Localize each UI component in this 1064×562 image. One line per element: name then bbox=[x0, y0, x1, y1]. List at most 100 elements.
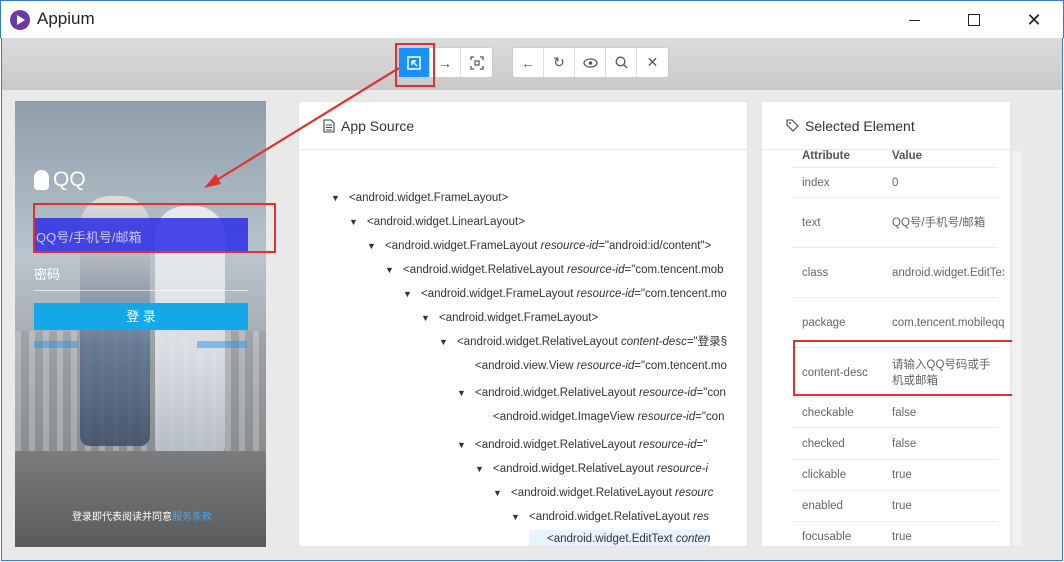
attribute-key: package bbox=[802, 316, 846, 329]
file-icon bbox=[323, 118, 335, 133]
node-tag: <android.widget.RelativeLayout bbox=[403, 264, 567, 276]
source-tree-node[interactable]: ▼ <android.widget.FrameLayout> bbox=[331, 189, 508, 207]
refresh-icon: ↻ bbox=[553, 54, 565, 70]
device-screenshot[interactable]: QQ QQ号/手机号/邮箱 密码 登 录 登录即代表阅读并同意服务条款 bbox=[15, 101, 266, 547]
inspector-main: → ← ↻ ✕ QQ QQ号/手机号/邮箱 密码 登 录 登录即代表阅读并同意服… bbox=[1, 38, 1063, 561]
title-bar: Appium ✕ bbox=[0, 0, 1064, 38]
device-terms-link[interactable]: 服务条款 bbox=[172, 512, 212, 523]
node-tag: <android.view.View bbox=[475, 360, 577, 372]
tap-coordinates-button[interactable] bbox=[461, 48, 492, 77]
node-attr-name: res bbox=[692, 511, 709, 523]
show-hide-attributes-button[interactable] bbox=[575, 48, 606, 77]
selected-element-panel: Selected Element Attribute Value index 0 t… bbox=[761, 101, 1011, 547]
attribute-value: true bbox=[892, 531, 912, 543]
node-attr-value: ="con bbox=[696, 387, 726, 399]
search-icon bbox=[615, 56, 627, 69]
qq-penguin-icon bbox=[34, 170, 49, 190]
attribute-key: class bbox=[802, 266, 829, 279]
swipe-arrow-icon: → bbox=[438, 54, 452, 71]
attribute-column-header: Attribute bbox=[802, 150, 850, 162]
tap-coordinate-icon bbox=[469, 55, 484, 70]
attribute-row: checked false bbox=[792, 429, 998, 460]
node-attr-value: ="com.tencent.mob bbox=[624, 264, 724, 276]
attribute-row: index 0 bbox=[792, 168, 998, 198]
attribute-row: class android.widget.EditText bbox=[792, 248, 1004, 298]
node-attr-name: content-desc bbox=[620, 336, 687, 348]
expand-caret-icon[interactable]: ▼ bbox=[349, 213, 367, 231]
node-tag: <android.widget.ImageView bbox=[493, 411, 638, 423]
refresh-button[interactable]: ↻ bbox=[544, 48, 575, 77]
expand-caret-icon[interactable]: ▼ bbox=[421, 309, 439, 327]
source-tree-node[interactable]: ▼ <android.widget.FrameLayout> bbox=[421, 309, 598, 327]
attribute-value: android.widget.EditText bbox=[892, 266, 1004, 279]
device-register-link[interactable] bbox=[197, 341, 247, 348]
attribute-row: enabled true bbox=[792, 491, 998, 522]
attribute-row: clickable true bbox=[792, 460, 998, 491]
source-tree-node[interactable]: ▼ <android.widget.RelativeLayout resource… bbox=[457, 384, 726, 402]
node-tag: <android.widget.FrameLayout> bbox=[349, 192, 509, 204]
quit-session-button[interactable]: ✕ bbox=[637, 48, 668, 77]
expand-caret-icon[interactable]: ▼ bbox=[475, 460, 493, 478]
source-tree-node[interactable]: ▼ <android.widget.RelativeLayout resourc bbox=[493, 484, 713, 502]
node-tag: <android.widget.LinearLayout> bbox=[367, 216, 525, 228]
attribute-row: focusable true bbox=[792, 522, 998, 546]
attribute-table-header: Attribute Value bbox=[792, 150, 998, 168]
window-title: Appium bbox=[37, 9, 95, 28]
expand-caret-icon[interactable]: ▼ bbox=[493, 484, 511, 502]
node-attr-value: ="com.tencent.mo bbox=[634, 360, 727, 372]
selected-element-title: Selected Element bbox=[805, 117, 915, 134]
expand-caret-icon[interactable]: ▼ bbox=[457, 436, 475, 454]
node-attr-value: ="con bbox=[695, 411, 725, 423]
source-tree-node[interactable]: ▼ <android.widget.LinearLayout> bbox=[349, 213, 525, 231]
node-attr-name: conten bbox=[675, 533, 711, 545]
expand-caret-icon[interactable]: ▼ bbox=[367, 237, 385, 255]
app-source-title: App Source bbox=[341, 117, 415, 134]
highlight-box-content-desc bbox=[793, 340, 1015, 396]
attribute-value: QQ号/手机号/邮箱 bbox=[892, 216, 986, 229]
expand-caret-icon[interactable]: ▼ bbox=[439, 333, 457, 351]
maximize-button[interactable] bbox=[951, 1, 997, 39]
expand-caret-icon[interactable]: ▼ bbox=[457, 384, 475, 402]
node-attr-name: resource-id bbox=[638, 387, 697, 399]
source-tree-node[interactable]: ▼ <android.widget.RelativeLayout res bbox=[511, 508, 709, 526]
source-tree-node[interactable]: <android.view.View resource-id="com.tenc… bbox=[457, 357, 727, 375]
highlight-box-account-input bbox=[33, 203, 276, 253]
close-window-button[interactable]: ✕ bbox=[1011, 1, 1057, 39]
minimize-icon bbox=[908, 19, 920, 21]
back-icon: ← bbox=[521, 54, 535, 71]
device-login-button[interactable]: 登 录 bbox=[34, 303, 248, 330]
source-tree-node[interactable]: ▼ <android.widget.RelativeLayout content-… bbox=[439, 333, 727, 351]
expand-caret-icon[interactable]: ▼ bbox=[403, 285, 421, 303]
qq-brand-text: QQ bbox=[53, 168, 86, 191]
attribute-value: 0 bbox=[892, 176, 899, 189]
attribute-key: index bbox=[802, 176, 830, 189]
node-attr-value: ="android:id/content"> bbox=[598, 240, 712, 252]
source-tree-node[interactable]: ▼ <android.widget.RelativeLayout resource… bbox=[475, 460, 708, 478]
device-password-underline bbox=[34, 290, 248, 291]
node-tag: <android.widget.RelativeLayout bbox=[457, 336, 621, 348]
expand-caret-icon[interactable]: ▼ bbox=[331, 189, 349, 207]
source-tree-node[interactable]: ▼ <android.widget.RelativeLayout resource… bbox=[385, 261, 724, 279]
back-button[interactable]: ← bbox=[513, 48, 544, 77]
attribute-row: text QQ号/手机号/邮箱 bbox=[792, 198, 998, 248]
search-button[interactable] bbox=[606, 48, 637, 77]
attributes-scrollbar[interactable] bbox=[1012, 151, 1022, 546]
attribute-value: false bbox=[892, 438, 917, 450]
expand-caret-icon[interactable]: ▼ bbox=[511, 508, 529, 526]
node-tag: <android.widget.FrameLayout bbox=[385, 240, 541, 252]
device-forgot-link[interactable] bbox=[34, 341, 78, 348]
appium-logo-icon bbox=[10, 10, 30, 30]
source-tree-node[interactable]: <android.widget.ImageView resource-id="c… bbox=[475, 408, 724, 426]
source-tree-node[interactable]: <android.widget.EditText conten bbox=[529, 530, 711, 546]
attribute-value: true bbox=[892, 469, 912, 481]
node-tag: <android.widget.RelativeLayout bbox=[511, 487, 675, 499]
expand-caret-icon[interactable]: ▼ bbox=[385, 261, 403, 279]
source-tree-node[interactable]: ▼ <android.widget.FrameLayout resource-id… bbox=[367, 237, 711, 255]
source-tree-node[interactable]: ▼ <android.widget.RelativeLayout resource… bbox=[457, 436, 707, 454]
device-password-label[interactable]: 密码 bbox=[34, 264, 60, 283]
source-tree-node[interactable]: ▼ <android.widget.FrameLayout resource-id… bbox=[403, 285, 727, 303]
node-attr-value: =" bbox=[696, 439, 708, 451]
node-attr-value: ="com.tencent.mo bbox=[634, 288, 727, 300]
minimize-button[interactable] bbox=[891, 1, 937, 39]
node-tag: <android.widget.RelativeLayout bbox=[475, 439, 639, 451]
